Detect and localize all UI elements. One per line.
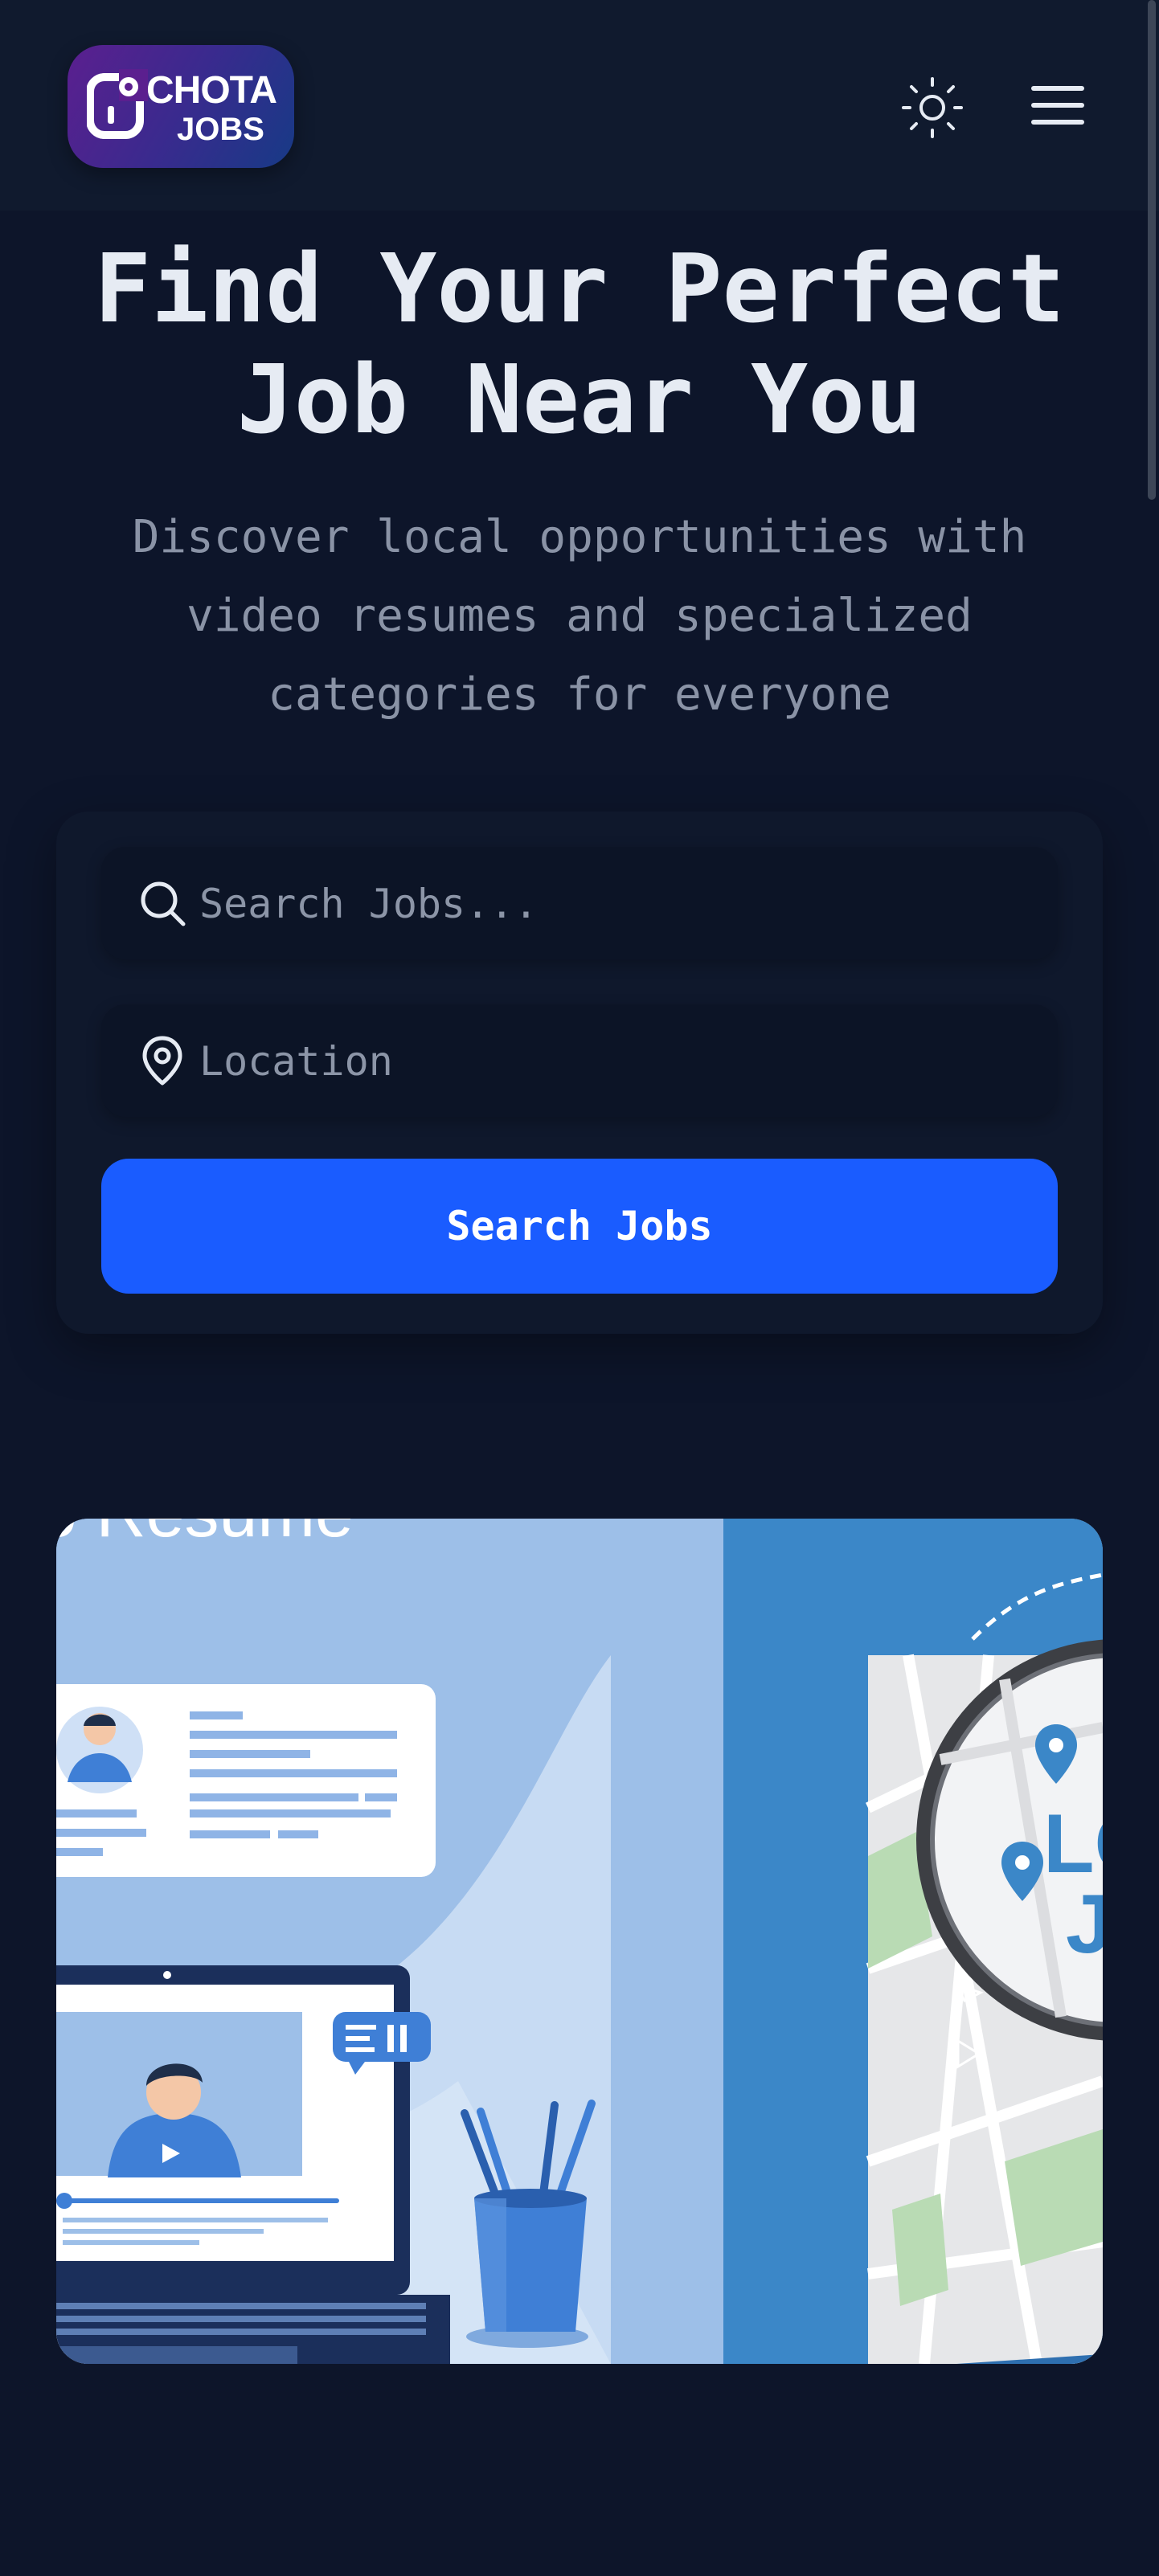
chota-jobs-logo[interactable]: CHOTA JOBS bbox=[68, 45, 294, 168]
hero-subtitle: Discover local opportunities with video … bbox=[132, 511, 1027, 721]
logo-text-jobs: JOBS bbox=[177, 112, 264, 147]
menu-button[interactable] bbox=[1027, 77, 1088, 133]
logo-text-chota: CHOTA bbox=[146, 69, 277, 112]
top-header: CHOTA JOBS bbox=[0, 0, 1159, 211]
search-card: Search Jobs bbox=[56, 812, 1103, 1334]
video-resume-and-map-illustration: LO J bbox=[56, 1519, 1103, 2364]
map-text-lo: LO bbox=[1043, 1797, 1103, 1891]
search-icon bbox=[141, 881, 186, 926]
hamburger-menu-icon bbox=[1031, 86, 1084, 125]
map-text-j: J bbox=[1066, 1878, 1103, 1971]
location-field[interactable] bbox=[101, 1004, 1058, 1117]
search-jobs-input[interactable] bbox=[198, 871, 1037, 937]
banner-partial-title: eo Resume bbox=[56, 1519, 354, 1553]
search-jobs-button[interactable]: Search Jobs bbox=[101, 1159, 1058, 1294]
hero-title: Find Your Perfect Job Near You bbox=[94, 233, 1065, 455]
search-jobs-field[interactable] bbox=[101, 847, 1058, 959]
map-pin-icon bbox=[142, 1036, 182, 1086]
location-input[interactable] bbox=[198, 1028, 1037, 1094]
sun-icon bbox=[902, 77, 963, 138]
logo-mark-icon bbox=[87, 69, 148, 139]
feature-illustration-banner: LO J eo Resume bbox=[56, 1519, 1103, 2364]
theme-toggle-button[interactable] bbox=[899, 74, 966, 141]
